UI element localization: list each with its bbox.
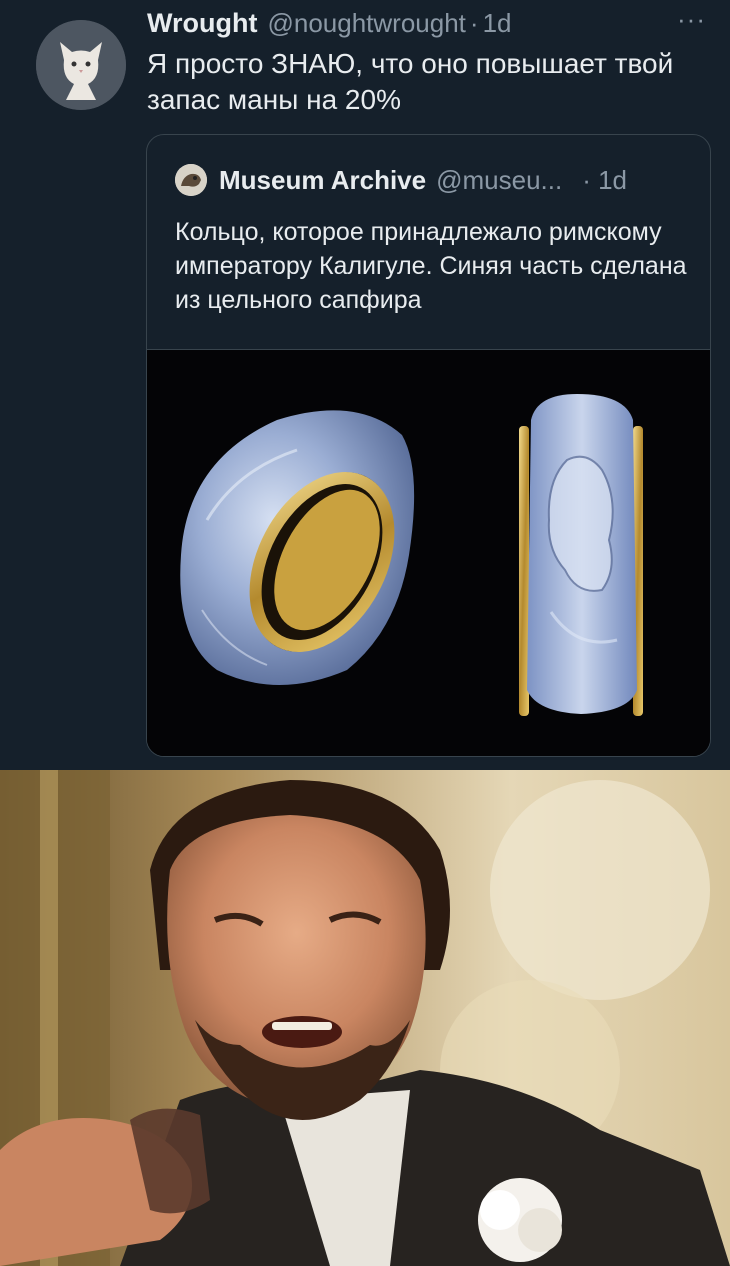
quoted-author-name[interactable]: Museum Archive — [219, 165, 426, 196]
author-name[interactable]: Wrought — [147, 8, 257, 39]
quoted-tweet-text: Кольцо, которое принадлежало римскому им… — [175, 218, 687, 314]
ring-right — [519, 394, 643, 716]
author-handle[interactable]: @noughtwrought — [267, 8, 465, 39]
reaction-meme-image[interactable] — [0, 770, 730, 1266]
author-avatar[interactable] — [36, 20, 126, 110]
tweet: Wrought @noughtwrought · 1d ··· Я просто… — [0, 0, 730, 770]
laughing-man-image — [0, 770, 730, 1266]
ring-photo[interactable] — [147, 349, 710, 756]
quoted-author-handle[interactable]: @museu... — [436, 165, 562, 196]
tweet-header: Wrought @noughtwrought · 1d — [147, 6, 511, 40]
cat-avatar-image — [36, 20, 126, 110]
tweet-text: Я просто ЗНАЮ, что оно повышает твой зап… — [147, 48, 674, 115]
separator: · — [469, 7, 479, 38]
museum-avatar-image — [175, 164, 207, 196]
quoted-tweet-time[interactable]: · 1d — [582, 165, 627, 196]
quoted-tweet[interactable]: Museum Archive @museu... · 1d Кольцо, ко… — [146, 134, 711, 757]
quoted-tweet-header: Museum Archive @museu... · 1d — [175, 163, 627, 197]
tweet-time[interactable]: 1d — [483, 8, 512, 39]
sapphire-ring-image — [147, 350, 710, 756]
more-options-icon[interactable]: ··· — [677, 4, 706, 35]
museum-avatar[interactable] — [175, 164, 207, 196]
